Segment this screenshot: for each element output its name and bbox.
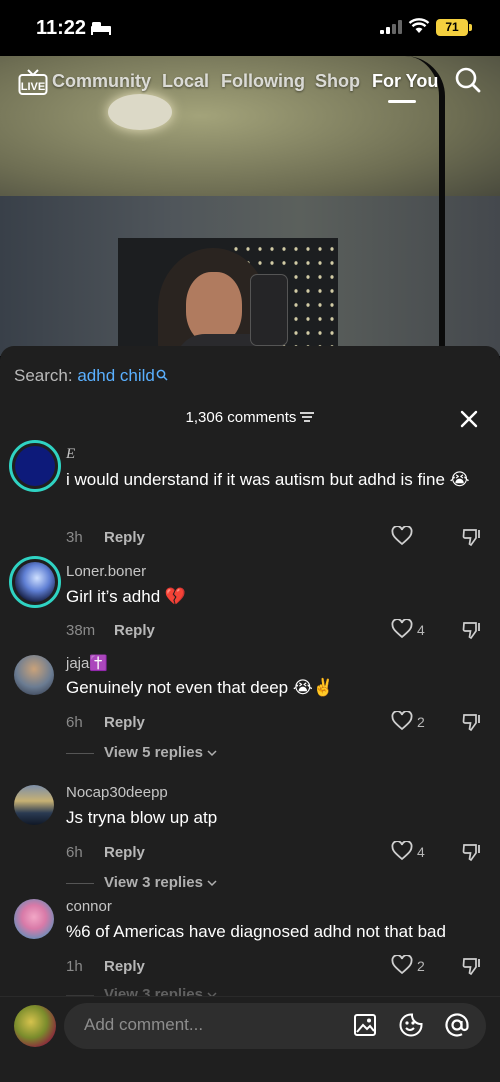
comment-time: 3h — [66, 529, 83, 546]
comment-text: Genuinely not even that deep 😭✌️ — [66, 678, 334, 697]
heart-icon[interactable] — [391, 525, 413, 551]
tab-community[interactable]: Community — [52, 71, 151, 92]
comment-time: 38m — [66, 622, 96, 639]
heart-icon[interactable] — [391, 840, 413, 866]
reply-button[interactable]: Reply — [104, 844, 145, 861]
heart-icon[interactable] — [391, 710, 413, 736]
view-replies-button[interactable]: View 3 replies — [66, 874, 217, 891]
dislike-icon[interactable] — [461, 841, 483, 868]
related-search-label: Search: — [14, 366, 73, 385]
comments-count: 1,306 comments — [185, 409, 297, 426]
avatar[interactable] — [9, 556, 61, 608]
emoji-sticker-icon[interactable] — [398, 1012, 424, 1043]
tab-for-you[interactable]: For You — [372, 71, 438, 92]
cellular-signal-icon — [380, 20, 402, 39]
chevron-down-icon — [203, 744, 217, 761]
avatar[interactable] — [14, 899, 54, 939]
comments-count-header: 1,306 comments — [0, 409, 500, 427]
image-icon[interactable] — [352, 1012, 378, 1043]
related-search[interactable]: Search: adhd child — [14, 366, 168, 386]
dislike-icon[interactable] — [461, 619, 483, 646]
tab-shop[interactable]: Shop — [315, 71, 360, 92]
comment-text: Js tryna blow up atp — [66, 808, 218, 827]
comment-input[interactable]: Add comment... — [64, 1003, 486, 1049]
comment-username[interactable]: Loner.boner — [66, 563, 146, 580]
dislike-icon[interactable] — [461, 711, 483, 738]
wifi-icon — [408, 18, 430, 39]
avatar[interactable] — [9, 440, 61, 492]
dislike-icon[interactable] — [461, 955, 483, 982]
heart-icon[interactable] — [391, 954, 413, 980]
svg-text:LIVE: LIVE — [21, 81, 45, 93]
view-replies-label: View 3 replies — [104, 874, 203, 891]
status-bar: 11:22 71 — [0, 0, 500, 56]
avatar[interactable] — [14, 655, 54, 695]
comments-panel: Search: adhd child 1,306 comments E i wo… — [0, 346, 500, 1082]
search-small-icon — [156, 366, 168, 386]
current-user-avatar — [14, 1005, 56, 1047]
search-icon[interactable] — [454, 66, 482, 99]
view-replies-button[interactable]: View 5 replies — [66, 744, 217, 761]
battery-indicator: 71 — [436, 19, 468, 36]
comment-input-placeholder: Add comment... — [84, 1015, 204, 1034]
reply-button[interactable]: Reply — [104, 714, 145, 731]
comment-username[interactable]: Nocap30deepp — [66, 784, 168, 801]
like-count: 4 — [417, 622, 425, 638]
live-tv-icon[interactable]: LIVE — [18, 68, 48, 95]
status-time: 11:22 — [36, 17, 87, 39]
reply-button[interactable]: Reply — [104, 529, 145, 546]
comment-username[interactable]: connor — [66, 898, 112, 915]
sort-filter-icon[interactable] — [300, 410, 315, 427]
like-count: 4 — [417, 844, 425, 860]
tab-local[interactable]: Local — [162, 71, 209, 92]
chevron-down-icon — [203, 874, 217, 891]
reply-button[interactable]: Reply — [114, 622, 155, 639]
comment-composer: Add comment... — [0, 996, 500, 1082]
sleep-mode-icon — [90, 21, 112, 40]
comment-text: %6 of Americas have diagnosed adhd not t… — [66, 922, 446, 941]
comment-text: i would understand if it was autism but … — [66, 470, 470, 489]
active-tab-indicator — [388, 100, 416, 103]
heart-icon[interactable] — [391, 618, 413, 644]
related-search-term[interactable]: adhd child — [77, 366, 155, 385]
top-navigation: LIVE Community Local Following Shop For … — [0, 62, 500, 106]
comment-time: 6h — [66, 844, 83, 861]
avatar[interactable] — [14, 785, 54, 825]
view-replies-label: View 5 replies — [104, 744, 203, 761]
video-phone — [250, 274, 288, 346]
mention-icon[interactable] — [444, 1012, 470, 1043]
comment-time: 6h — [66, 714, 83, 731]
like-count: 2 — [417, 958, 425, 974]
reply-button[interactable]: Reply — [104, 958, 145, 975]
comment-text: Girl it’s adhd 💔 — [66, 587, 187, 606]
tab-following[interactable]: Following — [221, 71, 305, 92]
like-count: 2 — [417, 714, 425, 730]
comment-username[interactable]: E — [66, 446, 75, 463]
dislike-icon[interactable] — [461, 526, 483, 553]
close-icon[interactable] — [458, 408, 480, 435]
comment-username[interactable]: jaja✝️ — [66, 654, 108, 672]
battery-tip — [469, 24, 472, 31]
comment-time: 1h — [66, 958, 83, 975]
